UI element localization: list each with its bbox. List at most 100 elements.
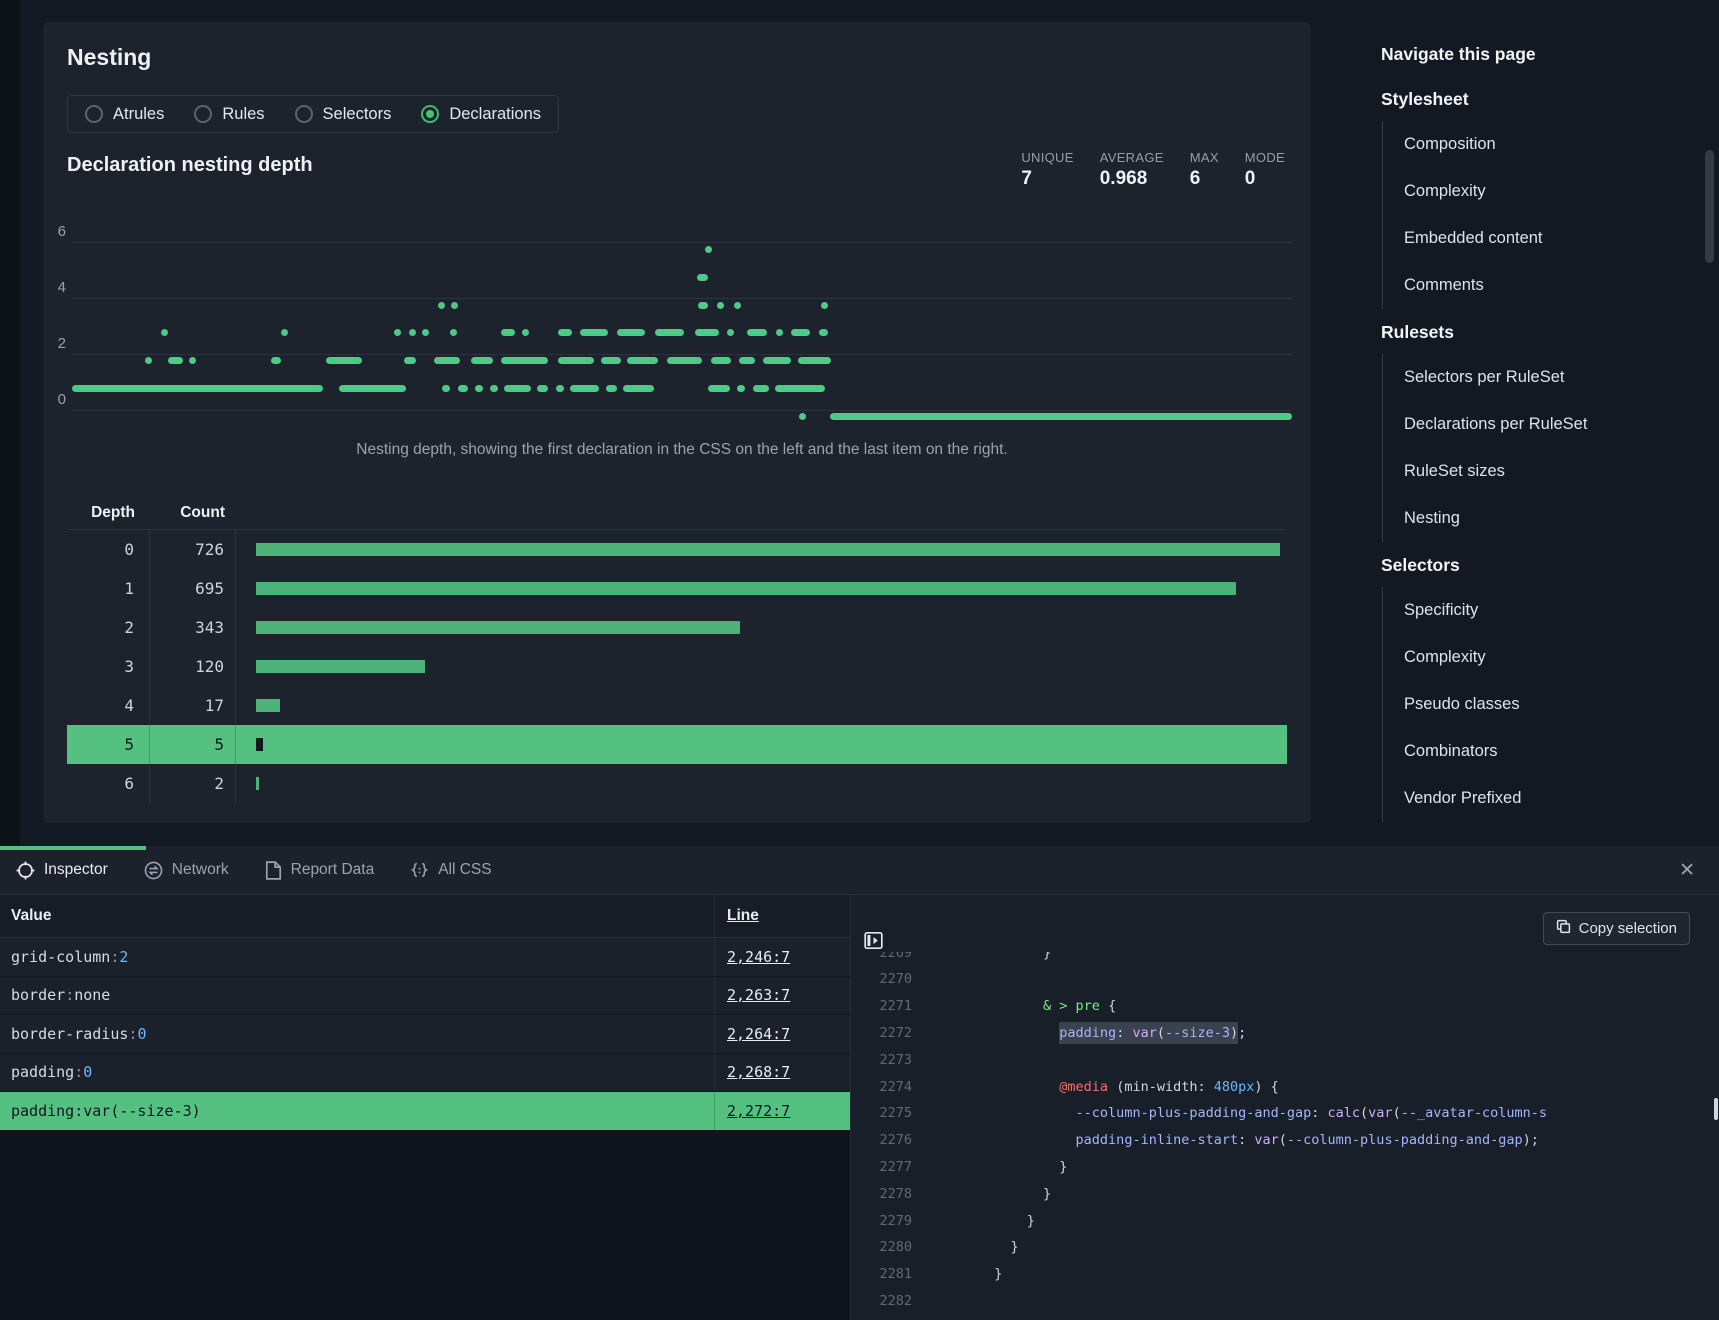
tab-inspector[interactable]: Inspector [16, 861, 108, 880]
code-token: { [1100, 998, 1116, 1014]
bar-cell [236, 647, 1287, 686]
sidebar-item-vendor-prefixed[interactable]: Vendor Prefixed [1404, 775, 1711, 822]
code-token: ); [1523, 1132, 1539, 1148]
stat-value: 0.968 [1100, 168, 1164, 190]
depth-row-3[interactable]: 3120 [67, 647, 1287, 686]
y-tick-label: 0 [42, 391, 66, 408]
chart-caption: Nesting depth, showing the first declara… [72, 441, 1292, 459]
radio-option-rules[interactable]: Rules [194, 105, 264, 124]
property-value: 0 [137, 1025, 146, 1043]
scatter-segment-depth-4 [717, 302, 724, 309]
app-root: Nesting Atrules Rules Selectors Declaration… [0, 0, 1719, 1320]
sidebar-item-complexity[interactable]: Complexity [1404, 634, 1711, 681]
scatter-segment-depth-4 [821, 302, 828, 309]
tab-all-css[interactable]: All CSS [410, 861, 491, 880]
page-scrollbar-thumb[interactable] [1705, 150, 1714, 263]
nav-section-heading-rulesets: Rulesets [1381, 322, 1711, 343]
tab-report-data[interactable]: Report Data [265, 861, 375, 880]
count-bar [256, 543, 1280, 556]
property-name: border-radius [11, 1025, 128, 1043]
sidebar-item-pseudo-classes[interactable]: Pseudo classes [1404, 681, 1711, 728]
declaration-value: grid-column: 2 [0, 938, 714, 976]
code-text: padding-inline-start: var(--column-plus-… [978, 1132, 1539, 1148]
inspector-row-border[interactable]: border: none2,263:7 [0, 977, 850, 1016]
copy-selection-label: Copy selection [1579, 920, 1677, 937]
nesting-card: Nesting AtrulesRulesSelectorsDeclaration… [43, 22, 1311, 823]
chart-title: Declaration nesting depth [67, 150, 313, 177]
line-link[interactable]: 2,272:7 [727, 1102, 790, 1120]
sidebar-item-declarations-per-ruleset[interactable]: Declarations per RuleSet [1404, 401, 1711, 448]
depth-row-5[interactable]: 55 [67, 725, 1287, 764]
radio-label: Rules [222, 105, 264, 124]
line-link[interactable]: 2,263:7 [727, 986, 790, 1004]
inspector-row-padding[interactable]: padding: 0 2,268:7 [0, 1054, 850, 1093]
count-cell: 120 [150, 647, 236, 686]
sidebar-item-composition[interactable]: Composition [1404, 121, 1711, 168]
copy-selection-button[interactable]: Copy selection [1543, 912, 1690, 945]
count-bar [256, 699, 280, 712]
depth-row-1[interactable]: 1695 [67, 569, 1287, 608]
property-value: none [74, 986, 110, 1004]
nav-list-rulesets: Selectors per RuleSetDeclarations per Ru… [1382, 354, 1711, 542]
inspector-row-padding[interactable]: padding: var(--size-3)2,272:7 [0, 1092, 850, 1131]
depth-row-6[interactable]: 62 [67, 764, 1287, 803]
stat-value: 0 [1245, 168, 1285, 190]
sidebar-item-ruleset-sizes[interactable]: RuleSet sizes [1404, 448, 1711, 495]
value-line-table-body: grid-column: 22,246:7border: none2,263:7… [0, 938, 850, 1131]
depth-table-body: 07261695234331204175562 [67, 530, 1287, 803]
depth-row-0[interactable]: 0726 [67, 530, 1287, 569]
code-token: } [978, 1159, 1067, 1175]
scatter-segment-depth-0 [799, 413, 806, 420]
sidebar-item-complexity[interactable]: Complexity [1404, 168, 1711, 215]
code-text: } [978, 1266, 1002, 1282]
braces-icon [410, 861, 429, 880]
line-link[interactable]: 2,246:7 [727, 948, 790, 966]
line-column-header[interactable]: Line [714, 895, 850, 937]
radio-option-declarations[interactable]: Declarations [421, 105, 541, 124]
inspector-row-border-radius[interactable]: border-radius: 02,264:7 [0, 1015, 850, 1054]
bar-cell [236, 764, 1287, 803]
code-text: padding: var(--size-3); [978, 1025, 1246, 1041]
scatter-segment-depth-4 [698, 302, 708, 309]
tab-label: Network [172, 861, 229, 879]
line-link[interactable]: 2,268:7 [727, 1063, 790, 1081]
scatter-segment-depth-1 [606, 385, 617, 392]
declaration-value: padding: 0 [0, 1054, 714, 1092]
sidebar-item-nesting[interactable]: Nesting [1404, 495, 1711, 542]
sidebar-item-specificity[interactable]: Specificity [1404, 587, 1711, 634]
tab-network[interactable]: Network [144, 861, 229, 880]
selected-code-token: ) [1230, 1022, 1238, 1044]
code-text: } [978, 952, 1051, 961]
sidebar-item-comments[interactable]: Comments [1404, 262, 1711, 309]
sidebar-item-combinators[interactable]: Combinators [1404, 728, 1711, 775]
selected-code-token: ( [1157, 1022, 1165, 1044]
sidebar-item-embedded-content[interactable]: Embedded content [1404, 215, 1711, 262]
stat-unique: UNIQUE7 [1021, 150, 1073, 190]
code-token: ( [1360, 1105, 1368, 1121]
document-icon [265, 861, 282, 880]
scatter-segment-depth-3 [558, 329, 573, 336]
depth-row-2[interactable]: 2343 [67, 608, 1287, 647]
code-text: } [978, 1186, 1051, 1202]
code-token: ; [1238, 1025, 1246, 1041]
sidebar-item-selectors-per-ruleset[interactable]: Selectors per RuleSet [1404, 354, 1711, 401]
scatter-segment-depth-3 [695, 329, 718, 336]
inspector-row-grid-column[interactable]: grid-column: 2 2,246:7 [0, 938, 850, 977]
close-icon[interactable]: ✕ [1679, 846, 1695, 895]
depth-cell: 2 [67, 608, 150, 647]
radio-option-atrules[interactable]: Atrules [85, 105, 164, 124]
count-cell: 695 [150, 569, 236, 608]
line-link[interactable]: 2,264:7 [727, 1025, 790, 1043]
scatter-segment-depth-4 [438, 302, 445, 309]
stats-block: UNIQUE7AVERAGE0.968MAX6MODE0 [1021, 150, 1285, 190]
scatter-segment-depth-2 [711, 357, 731, 364]
navigation-sections: StylesheetCompositionComplexityEmbedded … [1381, 89, 1711, 822]
radio-option-selectors[interactable]: Selectors [295, 105, 392, 124]
panel-open-icon[interactable] [861, 928, 885, 952]
radio-icon [85, 105, 103, 123]
scatter-segment-depth-3 [776, 329, 783, 336]
code-token: ( [1393, 1105, 1401, 1121]
nav-section-heading-stylesheet: Stylesheet [1381, 89, 1711, 110]
code-line-2281: 2281 } [851, 1261, 1719, 1288]
depth-row-4[interactable]: 417 [67, 686, 1287, 725]
